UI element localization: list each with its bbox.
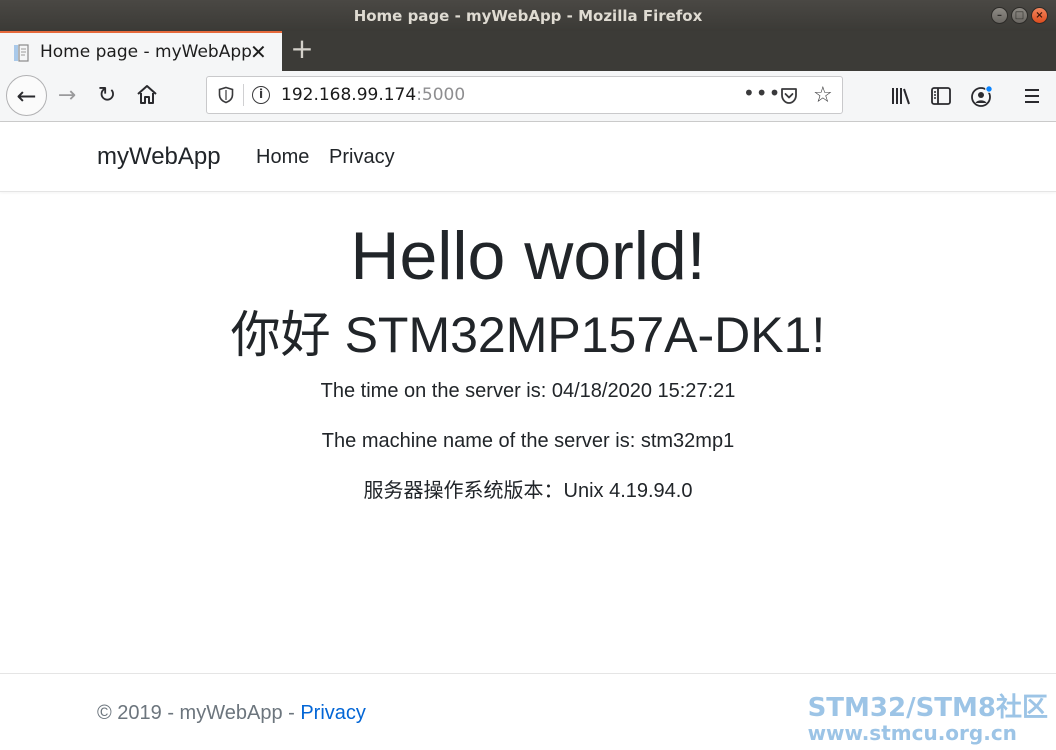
watermark: STM32/STM8社区 www.stmcu.org.cn bbox=[808, 694, 1048, 744]
sidebar-icon[interactable] bbox=[930, 85, 952, 107]
url-text[interactable]: 192.168.99.174:5000 bbox=[281, 85, 465, 105]
url-host: 192.168.99.174 bbox=[281, 85, 417, 105]
back-icon: ← bbox=[16, 81, 37, 110]
url-port: :5000 bbox=[416, 85, 466, 105]
greeting-heading: 你好 STM32MP157A-DK1! bbox=[230, 307, 826, 363]
library-icon[interactable] bbox=[890, 85, 912, 107]
tab-close-icon[interactable]: ✕ bbox=[250, 40, 267, 64]
account-icon[interactable] bbox=[970, 84, 994, 108]
watermark-title: STM32/STM8社区 bbox=[807, 693, 1048, 723]
reload-icon: ↻ bbox=[97, 82, 117, 108]
close-window-button[interactable]: × bbox=[1031, 7, 1048, 24]
nav-link-home[interactable]: Home bbox=[256, 146, 309, 169]
tab-title: Home page - myWebApp bbox=[40, 42, 252, 62]
page-favicon-icon bbox=[14, 44, 29, 62]
site-brand-link[interactable]: myWebApp bbox=[97, 143, 221, 171]
watermark-url: www.stmcu.org.cn bbox=[807, 721, 1017, 745]
home-button[interactable] bbox=[134, 82, 160, 108]
window-title: Home page - myWebApp - Mozilla Firefox bbox=[353, 6, 703, 25]
menu-icon[interactable] bbox=[1021, 85, 1043, 107]
minimize-button[interactable]: – bbox=[991, 7, 1008, 24]
site-footer: © 2019 - myWebApp - Privacy STM32/STM8社区… bbox=[0, 673, 1056, 750]
back-button[interactable]: ← bbox=[6, 75, 47, 116]
new-tab-button[interactable]: + bbox=[290, 35, 314, 65]
forward-icon: → bbox=[57, 82, 77, 108]
site-navbar: myWebApp Home Privacy bbox=[0, 122, 1056, 192]
url-divider bbox=[243, 84, 244, 106]
server-time-text: The time on the server is: 04/18/2020 15… bbox=[320, 380, 736, 402]
navigation-toolbar: ← → ↻ i 192.168.99.174:5000 ••• ☆ bbox=[0, 71, 1056, 122]
reload-button[interactable]: ↻ bbox=[94, 82, 120, 108]
url-bar[interactable]: i 192.168.99.174:5000 ••• ☆ bbox=[206, 76, 843, 114]
info-icon[interactable]: i bbox=[252, 86, 270, 104]
pocket-icon[interactable] bbox=[779, 86, 799, 106]
page-heading: Hello world! bbox=[350, 218, 706, 294]
window-titlebar: Home page - myWebApp - Mozilla Firefox –… bbox=[0, 0, 1056, 31]
window-controls: – □ × bbox=[991, 7, 1048, 24]
star-icon[interactable]: ☆ bbox=[813, 83, 833, 108]
nav-link-privacy[interactable]: Privacy bbox=[329, 146, 395, 169]
footer-text: © 2019 - myWebApp - Privacy bbox=[97, 702, 366, 725]
footer-privacy-link[interactable]: Privacy bbox=[300, 702, 366, 724]
os-version-text: 服务器操作系统版本：Unix 4.19.94.0 bbox=[363, 480, 693, 502]
tab-home-page[interactable]: Home page - myWebApp ✕ bbox=[0, 31, 282, 71]
more-icon[interactable]: ••• bbox=[743, 81, 781, 105]
web-page: myWebApp Home Privacy Hello world! 你好 ST… bbox=[0, 122, 1056, 750]
tab-strip: Home page - myWebApp ✕ + bbox=[0, 31, 1056, 71]
shield-icon[interactable] bbox=[217, 86, 235, 104]
home-icon bbox=[137, 85, 157, 104]
maximize-button[interactable]: □ bbox=[1011, 7, 1028, 24]
footer-copyright: © 2019 - myWebApp - bbox=[97, 702, 301, 724]
machine-name-text: The machine name of the server is: stm32… bbox=[321, 430, 735, 452]
forward-button[interactable]: → bbox=[54, 82, 80, 108]
